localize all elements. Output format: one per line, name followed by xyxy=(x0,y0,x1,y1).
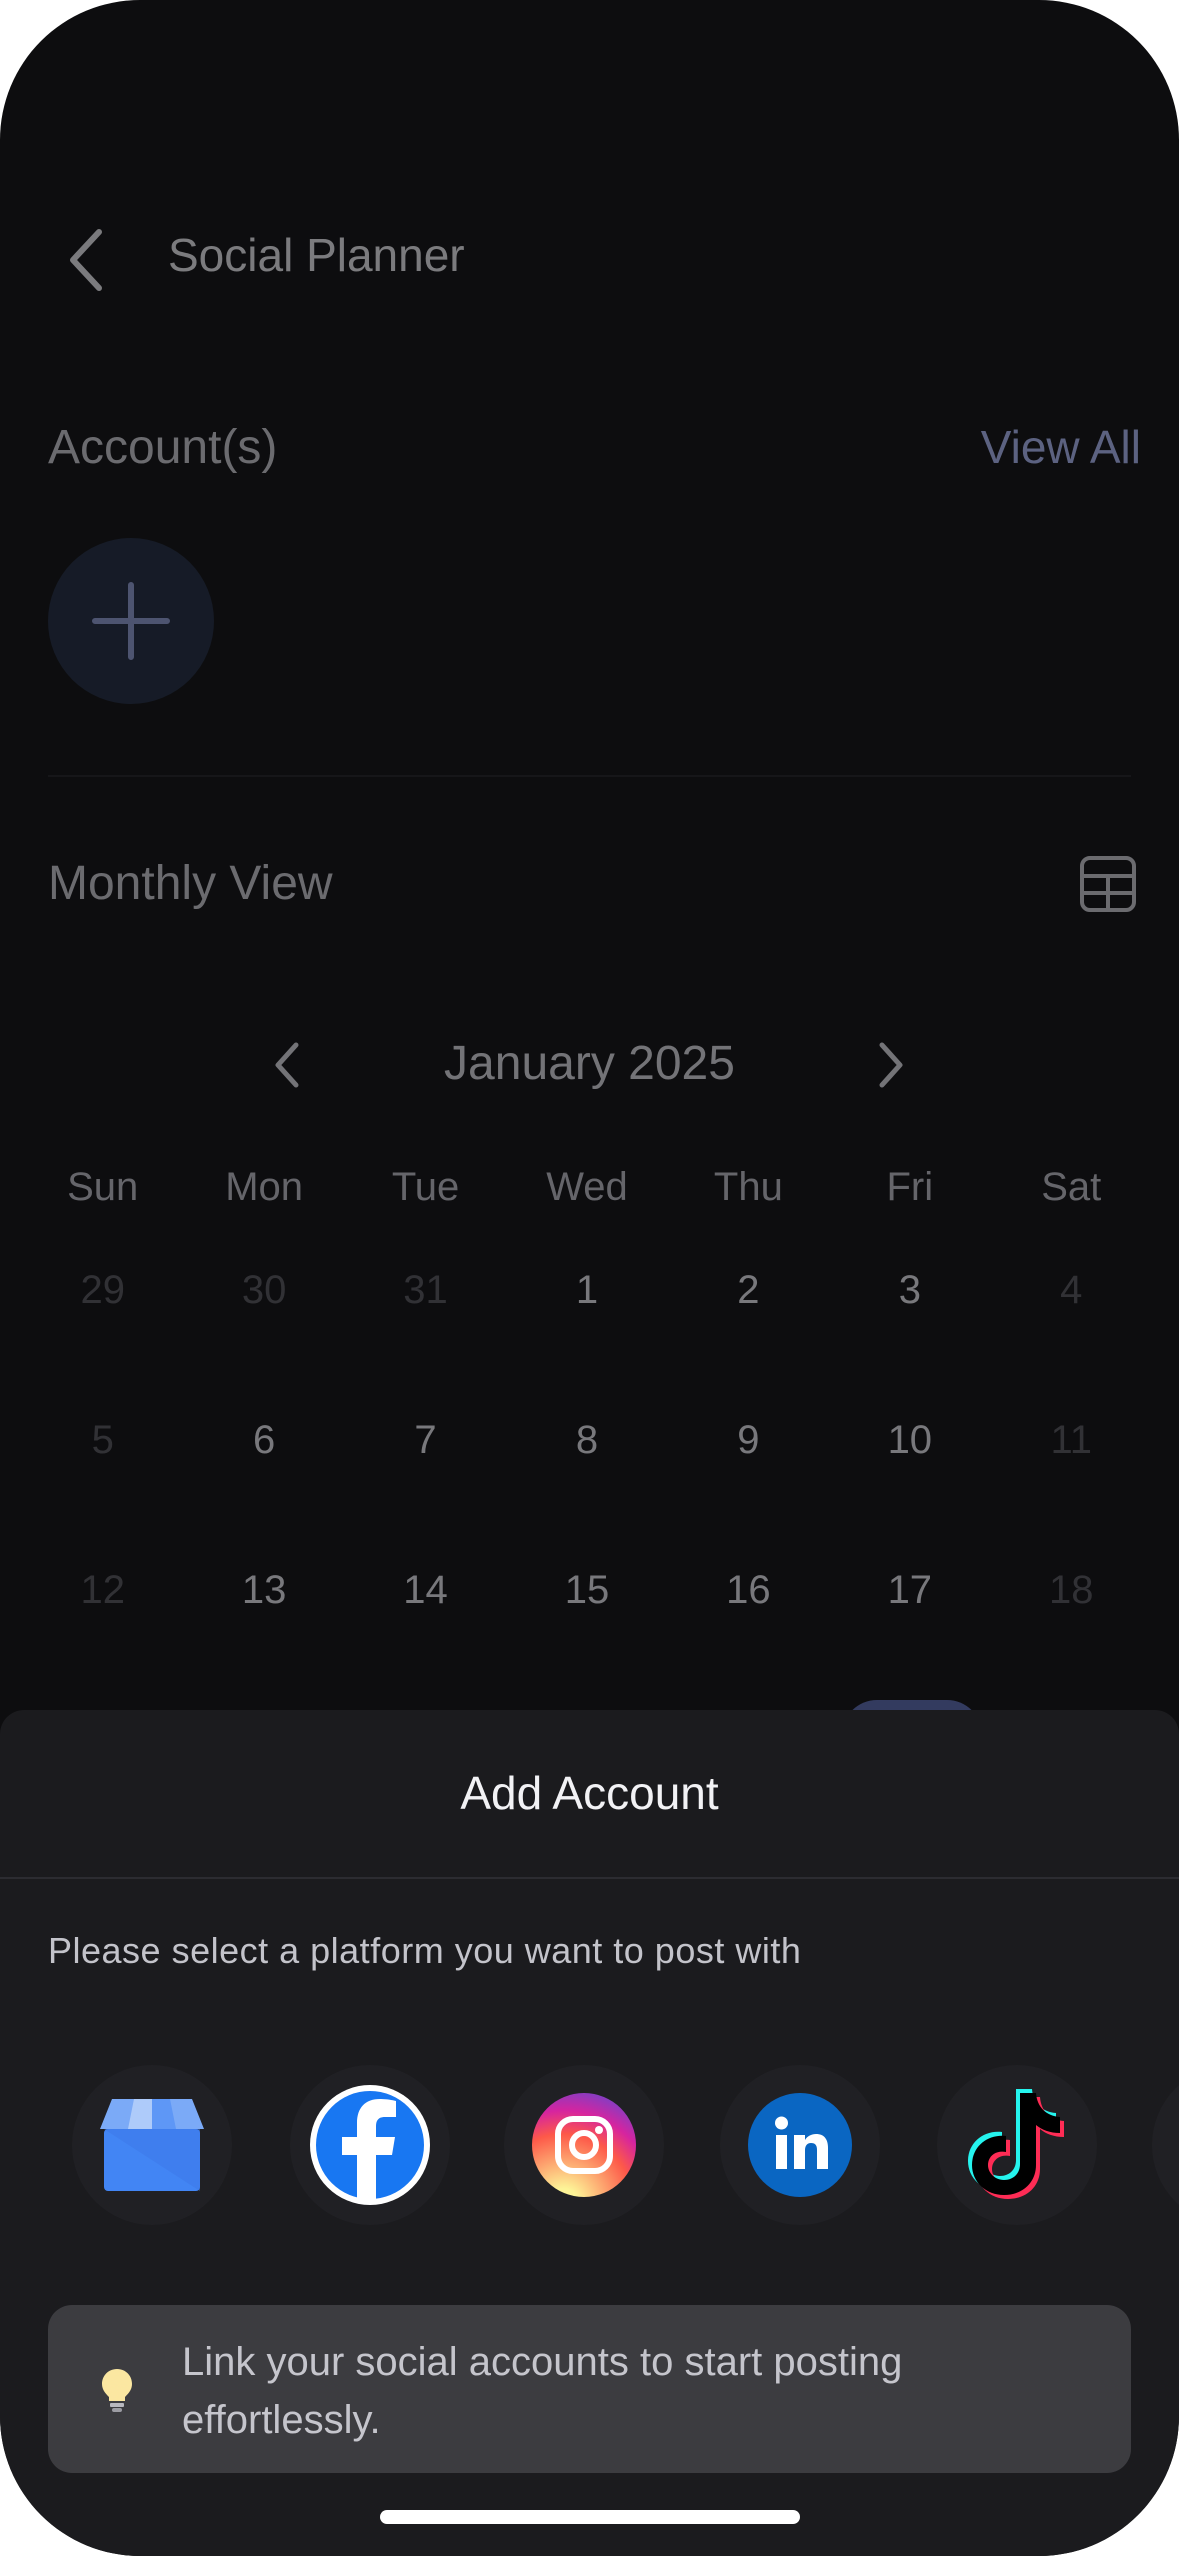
table-grid-icon xyxy=(1080,856,1136,912)
platform-google-business[interactable] xyxy=(72,2065,232,2225)
platform-linkedin[interactable] xyxy=(720,2065,880,2225)
chevron-right-icon xyxy=(879,1042,903,1088)
calendar-day[interactable]: 14 xyxy=(345,1568,506,1613)
platform-tiktok[interactable] xyxy=(937,2065,1097,2225)
calendar-day[interactable]: 13 xyxy=(183,1568,344,1613)
weekday-label: Mon xyxy=(225,1165,304,1209)
calendar-day[interactable]: 31 xyxy=(345,1268,506,1313)
weekday-label: Fri xyxy=(886,1165,934,1209)
month-label: January 2025 xyxy=(444,1037,735,1090)
calendar-week-row: 5 6 7 8 9 10 11 xyxy=(22,1418,1152,1463)
view-all-link[interactable]: View All xyxy=(981,420,1141,474)
calendar-day[interactable]: 17 xyxy=(829,1568,990,1613)
calendar-day[interactable]: 4 xyxy=(991,1268,1152,1313)
add-account-sheet: Add Account Please select a platform you… xyxy=(0,1710,1179,2556)
platform-more[interactable] xyxy=(1152,2065,1179,2225)
platform-instagram[interactable] xyxy=(504,2065,664,2225)
calendar-day[interactable]: 29 xyxy=(22,1268,183,1313)
sheet-title: Add Account xyxy=(460,1767,719,1819)
calendar-day[interactable]: 6 xyxy=(183,1418,344,1463)
phone-frame: Social Planner Account(s) View All Month… xyxy=(0,0,1179,2556)
google-business-icon xyxy=(100,2099,204,2191)
facebook-icon xyxy=(310,2085,430,2205)
tip-text: Link your social accounts to start posti… xyxy=(182,2340,903,2442)
calendar-day[interactable]: 2 xyxy=(668,1268,829,1313)
weekday-header: Sun Mon Tue Wed Thu Fri Sat xyxy=(22,1165,1152,1210)
calendar-day[interactable]: 3 xyxy=(829,1268,990,1313)
calendar-day[interactable]: 18 xyxy=(991,1568,1152,1613)
calendar-week-row: 12 13 14 15 16 17 18 xyxy=(22,1568,1152,1613)
linkedin-icon xyxy=(748,2093,852,2197)
calendar-day[interactable]: 9 xyxy=(668,1418,829,1463)
lightbulb-icon xyxy=(102,2369,132,2412)
tiktok-icon xyxy=(968,2089,1064,2199)
calendar-day[interactable]: 1 xyxy=(506,1268,667,1313)
tip-banner: Link your social accounts to start posti… xyxy=(48,2305,1131,2473)
calendar-day[interactable]: 10 xyxy=(829,1418,990,1463)
plus-icon xyxy=(92,582,170,660)
weekday-label: Wed xyxy=(546,1165,628,1209)
platform-list xyxy=(0,2065,1179,2225)
section-divider xyxy=(48,775,1131,777)
calendar-day[interactable]: 7 xyxy=(345,1418,506,1463)
add-account-button[interactable] xyxy=(48,538,214,704)
weekday-label: Thu xyxy=(713,1165,783,1209)
calendar-day[interactable]: 16 xyxy=(668,1568,829,1613)
monthly-view-label: Monthly View xyxy=(48,857,333,910)
back-button[interactable] xyxy=(50,220,120,300)
sheet-subtitle: Please select a platform you want to pos… xyxy=(48,1930,802,1971)
calendar-day[interactable]: 12 xyxy=(22,1568,183,1613)
calendar-day[interactable]: 30 xyxy=(183,1268,344,1313)
page-title: Social Planner xyxy=(168,229,465,281)
calendar-day[interactable]: 11 xyxy=(991,1418,1152,1463)
home-indicator[interactable] xyxy=(380,2510,800,2524)
platform-facebook[interactable] xyxy=(290,2065,450,2225)
calendar-day[interactable]: 8 xyxy=(506,1418,667,1463)
grid-view-button[interactable] xyxy=(1079,855,1137,913)
next-month-button[interactable] xyxy=(862,1030,922,1100)
accounts-label: Account(s) xyxy=(48,421,278,474)
sheet-divider xyxy=(0,1877,1179,1879)
calendar-day[interactable]: 15 xyxy=(506,1568,667,1613)
calendar-week-row: 29 30 31 1 2 3 4 xyxy=(22,1268,1152,1313)
weekday-label: Tue xyxy=(391,1165,460,1209)
calendar-day[interactable]: 5 xyxy=(22,1418,183,1463)
instagram-icon xyxy=(532,2093,636,2197)
weekday-label: Sun xyxy=(67,1165,139,1209)
chevron-left-icon xyxy=(70,229,102,291)
weekday-label: Sat xyxy=(1041,1165,1102,1209)
